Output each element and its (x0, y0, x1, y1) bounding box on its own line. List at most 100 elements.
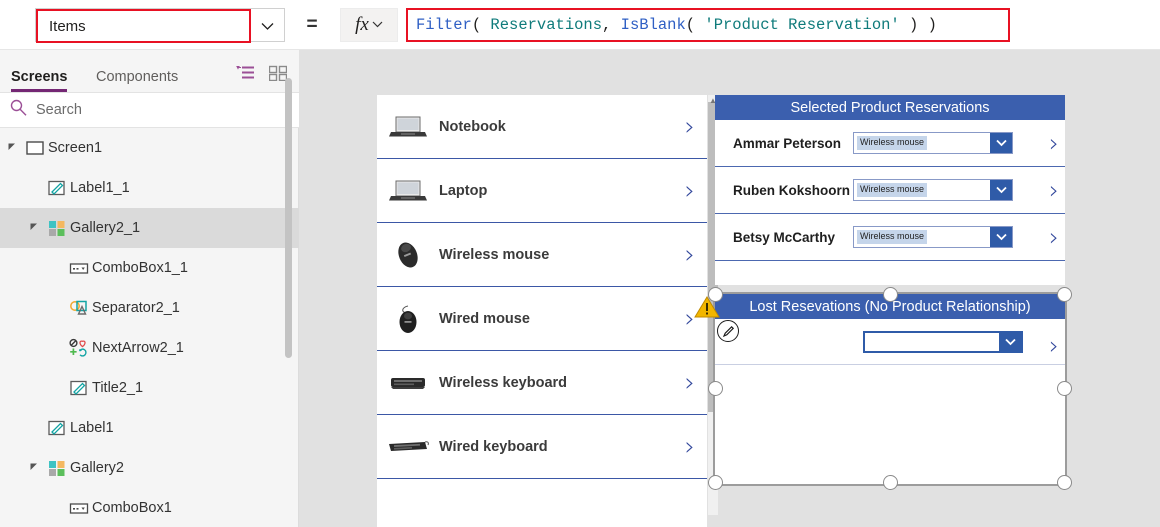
tree-item-label: ComboBox1_1 (92, 260, 188, 276)
chevron-down-icon[interactable] (990, 180, 1012, 200)
tree-item-label1[interactable]: Label1 (0, 408, 299, 448)
chevron-down-icon[interactable] (990, 227, 1012, 247)
tree-item-label: Separator2_1 (92, 300, 180, 316)
resize-handle-top-right[interactable] (1057, 287, 1072, 302)
reservation-person-name: Ammar Peterson (733, 135, 842, 151)
tree-item-screen1[interactable]: Screen1 (0, 128, 299, 168)
chevron-right-icon[interactable]: › (1049, 333, 1059, 358)
search-placeholder: Search (36, 102, 82, 118)
tree-item-nextarrow2_1[interactable]: NextArrow2_1 (0, 328, 299, 368)
fx-icon: fx (355, 14, 369, 35)
chevron-down-icon[interactable] (990, 133, 1012, 153)
laptop-photo (377, 174, 439, 208)
selected-reservations-rows: Ammar Peterson Wireless mouse › Ruben Koksh… (715, 120, 1065, 261)
resize-handle-middle-left[interactable] (708, 381, 723, 396)
product-gallery-item[interactable]: Wired keyboard › (377, 415, 707, 479)
resize-handle-middle-right[interactable] (1057, 381, 1072, 396)
property-selector-value-box[interactable]: Items (36, 9, 251, 43)
product-gallery-item[interactable]: Wired mouse › (377, 287, 707, 351)
tab-screens-label: Screens (11, 69, 68, 85)
gallery-icon (44, 458, 70, 478)
product-name: Wired mouse (439, 310, 530, 327)
product-gallery-item[interactable]: Notebook › (377, 95, 707, 159)
chevron-right-icon[interactable]: › (685, 114, 695, 140)
resize-handle-bottom-center[interactable] (883, 475, 898, 490)
lost-reservation-combobox[interactable] (863, 331, 1023, 353)
formula-token: ) ) (899, 16, 937, 34)
screens-tree: Screen1 Label1_1 Gallery2_1 ComboBox1_1 Sepa… (0, 128, 299, 527)
property-selector[interactable]: Items (35, 8, 285, 43)
reservation-person-name: Betsy McCarthy (733, 229, 836, 245)
label-icon (44, 418, 70, 438)
resize-handle-top-center[interactable] (883, 287, 898, 302)
tree-item-label: NextArrow2_1 (92, 340, 184, 356)
chevron-right-icon[interactable]: › (1049, 178, 1059, 203)
formula-input[interactable]: Filter( Reservations, IsBlank( 'Product … (406, 8, 1010, 42)
product-gallery-item[interactable]: Wireless mouse › (377, 223, 707, 287)
reservation-row[interactable]: Ruben Kokshoorn Wireless mouse › (715, 167, 1065, 214)
shapes-icon (66, 298, 92, 318)
search-input[interactable]: Search (0, 92, 299, 128)
label-icon (44, 178, 70, 198)
combobox-selected-chip: Wireless mouse (857, 136, 928, 150)
expand-caret-icon[interactable] (8, 143, 22, 154)
fx-button[interactable]: fx (340, 8, 398, 42)
tree-item-separator2_1[interactable]: Separator2_1 (0, 288, 299, 328)
product-name: Laptop (439, 182, 488, 199)
tree-item-combobox1_1[interactable]: ComboBox1_1 (0, 248, 299, 288)
search-icon (10, 99, 27, 121)
chevron-down-icon[interactable] (372, 20, 383, 31)
formula-bar: Items = fx Filter( Reservations, IsBlank… (0, 0, 1160, 50)
tree-item-label: Label1 (70, 420, 114, 436)
tree-item-label: Screen1 (48, 140, 103, 156)
expand-caret-icon[interactable] (30, 463, 44, 474)
expand-caret-icon[interactable] (30, 223, 44, 234)
tree-item-gallery2_1[interactable]: Gallery2_1 (0, 208, 299, 248)
tree-item-label: Title2_1 (92, 380, 144, 396)
chevron-right-icon[interactable]: › (685, 242, 695, 268)
tab-screens[interactable]: Screens (11, 69, 68, 92)
wireless-keyboard-photo (377, 366, 439, 400)
chevron-down-icon[interactable] (999, 333, 1021, 351)
combobox-icon (66, 498, 92, 518)
sidebar-scrollbar[interactable] (285, 78, 292, 358)
chevron-right-icon[interactable]: › (1049, 131, 1059, 156)
chevron-down-icon[interactable] (261, 9, 274, 43)
reservation-person-name: Ruben Kokshoorn (733, 182, 850, 198)
formula-token: ( (685, 16, 705, 34)
reservation-row[interactable]: Ammar Peterson Wireless mouse › (715, 120, 1065, 167)
tree-item-label: Gallery2_1 (70, 220, 141, 236)
chevron-right-icon[interactable]: › (685, 434, 695, 460)
selected-reservations-gallery[interactable]: Selected Product Reservations Ammar Pete… (715, 95, 1065, 285)
tree-item-gallery2[interactable]: Gallery2 (0, 448, 299, 488)
product-gallery-item[interactable]: Laptop › (377, 159, 707, 223)
lost-reservation-row[interactable]: › (715, 319, 1065, 365)
product-gallery[interactable]: Notebook › Laptop › Wireless mouse › Wired mou… (377, 95, 707, 527)
label-icon (66, 378, 92, 398)
chevron-right-icon[interactable]: › (685, 370, 695, 396)
tab-components[interactable]: Components (96, 69, 178, 92)
icons-icon (66, 338, 92, 358)
resize-handle-bottom-right[interactable] (1057, 475, 1072, 490)
selected-reservations-title: Selected Product Reservations (715, 95, 1065, 120)
chevron-right-icon[interactable]: › (1049, 225, 1059, 250)
tree-item-title2_1[interactable]: Title2_1 (0, 368, 299, 408)
product-combobox[interactable]: Wireless mouse (853, 179, 1013, 201)
tab-components-label: Components (96, 69, 179, 85)
lost-reservations-gallery[interactable]: Lost Resevations (No Product Relationshi… (713, 292, 1067, 486)
formula-token: Reservations (490, 16, 603, 34)
product-name: Notebook (439, 118, 506, 135)
product-combobox[interactable]: Wireless mouse (853, 226, 1013, 248)
chevron-right-icon[interactable]: › (685, 178, 695, 204)
pencil-icon[interactable] (717, 320, 739, 342)
tree-item-combobox1[interactable]: ComboBox1 (0, 488, 299, 527)
tree-item-label1_1[interactable]: Label1_1 (0, 168, 299, 208)
product-combobox[interactable]: Wireless mouse (853, 132, 1013, 154)
tree-view-icon[interactable] (236, 65, 255, 86)
resize-handle-bottom-left[interactable] (708, 475, 723, 490)
reservation-row[interactable]: Betsy McCarthy Wireless mouse › (715, 214, 1065, 261)
product-name: Wired keyboard (439, 438, 548, 455)
warning-triangle-icon[interactable] (694, 295, 720, 324)
product-gallery-item[interactable]: Wireless keyboard › (377, 351, 707, 415)
combobox-icon (66, 258, 92, 278)
